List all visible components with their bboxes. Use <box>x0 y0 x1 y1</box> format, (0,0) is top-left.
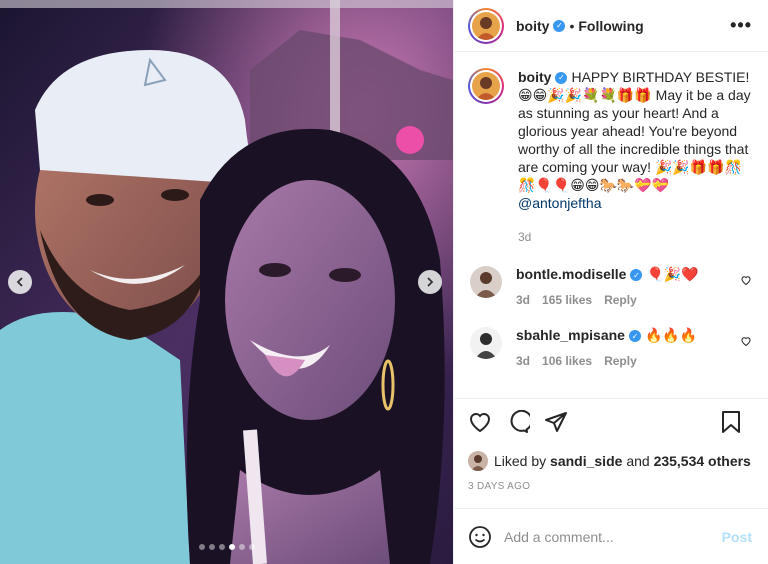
comment-item: sbahle_mpisane ✓ 🔥🔥🔥 3d 106 likes Reply <box>468 327 752 368</box>
liked-by-and: and <box>626 453 650 469</box>
post-caption: boity ✓ HAPPY BIRTHDAY BESTIE! 😁😁🎉🎉💐💐🎁🎁 Ma… <box>468 68 752 246</box>
carousel-dot <box>198 544 205 550</box>
verified-badge-icon: ✓ <box>553 19 566 32</box>
like-comment-heart-icon[interactable] <box>740 335 752 350</box>
post-header: boity ✓ • Following ••• <box>454 0 768 52</box>
likes-summary: Liked by sandi_side and 235,534 others <box>468 451 756 471</box>
comment-input[interactable] <box>504 528 722 545</box>
caption-time[interactable]: 3d <box>518 230 531 244</box>
comment-likes[interactable]: 106 likes <box>542 354 592 368</box>
comment-text: 🎈🎉❤️ <box>646 266 699 282</box>
caption-username[interactable]: boity <box>518 69 551 85</box>
author-username[interactable]: boity <box>516 18 549 34</box>
comment-username[interactable]: sbahle_mpisane <box>516 327 625 343</box>
previous-photo-button[interactable] <box>8 270 32 294</box>
next-photo-button[interactable] <box>418 270 442 294</box>
comment-text: 🔥🔥🔥 <box>644 327 698 343</box>
comments-list[interactable]: boity ✓ HAPPY BIRTHDAY BESTIE! 😁😁🎉🎉💐💐🎁🎁 Ma… <box>454 52 768 398</box>
comment-bubble-icon[interactable] <box>506 410 530 434</box>
carousel-dot <box>248 544 255 550</box>
comment-time[interactable]: 3d <box>516 354 530 368</box>
reply-button[interactable]: Reply <box>604 354 637 368</box>
avatar-image <box>470 327 502 359</box>
liked-by-user[interactable]: sandi_side <box>550 453 622 469</box>
avatar-image <box>470 266 502 298</box>
caption-mention-link[interactable]: @antonjeftha <box>518 195 602 211</box>
verified-badge-icon: ✓ <box>628 330 641 343</box>
chevron-left-icon <box>16 277 23 287</box>
carousel-dot <box>208 544 215 550</box>
carousel-dot <box>218 544 225 550</box>
separator-dot: • <box>569 17 575 34</box>
chevron-right-icon <box>427 277 434 287</box>
comment-likes[interactable]: 165 likes <box>542 293 592 307</box>
commenter-avatar[interactable] <box>470 327 502 359</box>
avatar-image <box>472 72 500 100</box>
avatar-image <box>472 11 500 40</box>
commenter-avatar[interactable] <box>470 266 502 298</box>
post-actions: Liked by sandi_side and 235,534 others 3… <box>454 398 768 492</box>
comment-time[interactable]: 3d <box>516 293 530 307</box>
instagram-post: boity ✓ • Following ••• boity ✓ HAPPY BIRT… <box>0 0 768 564</box>
following-button[interactable]: Following <box>578 18 643 34</box>
caption-avatar[interactable] <box>468 68 504 104</box>
add-comment-bar: Post <box>454 508 768 564</box>
liker-avatar[interactable] <box>468 451 488 471</box>
share-paper-plane-icon[interactable] <box>544 410 568 434</box>
photo-image <box>0 0 453 564</box>
carousel-dot <box>238 544 245 550</box>
verified-badge-icon: ✓ <box>555 72 568 85</box>
bookmark-icon[interactable] <box>720 410 742 434</box>
carousel-indicator <box>0 544 453 550</box>
verified-badge-icon: ✓ <box>630 269 643 282</box>
emoji-smiley-icon[interactable] <box>468 525 492 549</box>
more-options-icon[interactable]: ••• <box>730 15 752 36</box>
post-photo[interactable] <box>0 0 453 564</box>
post-side-panel: boity ✓ • Following ••• boity ✓ HAPPY BIRT… <box>453 0 768 564</box>
like-heart-icon[interactable] <box>468 410 492 434</box>
like-comment-heart-icon[interactable] <box>740 274 752 289</box>
post-timestamp[interactable]: 3 DAYS AGO <box>468 481 756 492</box>
caption-text: HAPPY BIRTHDAY BESTIE! 😁😁🎉🎉💐💐🎁🎁 May it b… <box>518 69 751 193</box>
carousel-dot-active <box>228 544 235 550</box>
post-comment-button[interactable]: Post <box>722 529 752 545</box>
author-avatar[interactable] <box>468 7 504 44</box>
reply-button[interactable]: Reply <box>604 293 637 307</box>
liked-by-others[interactable]: 235,534 others <box>654 453 751 469</box>
liked-by-prefix: Liked by <box>494 453 547 469</box>
comment-username[interactable]: bontle.modiselle <box>516 266 626 282</box>
comment-item: bontle.modiselle ✓ 🎈🎉❤️ 3d 165 likes Reply <box>468 266 752 307</box>
